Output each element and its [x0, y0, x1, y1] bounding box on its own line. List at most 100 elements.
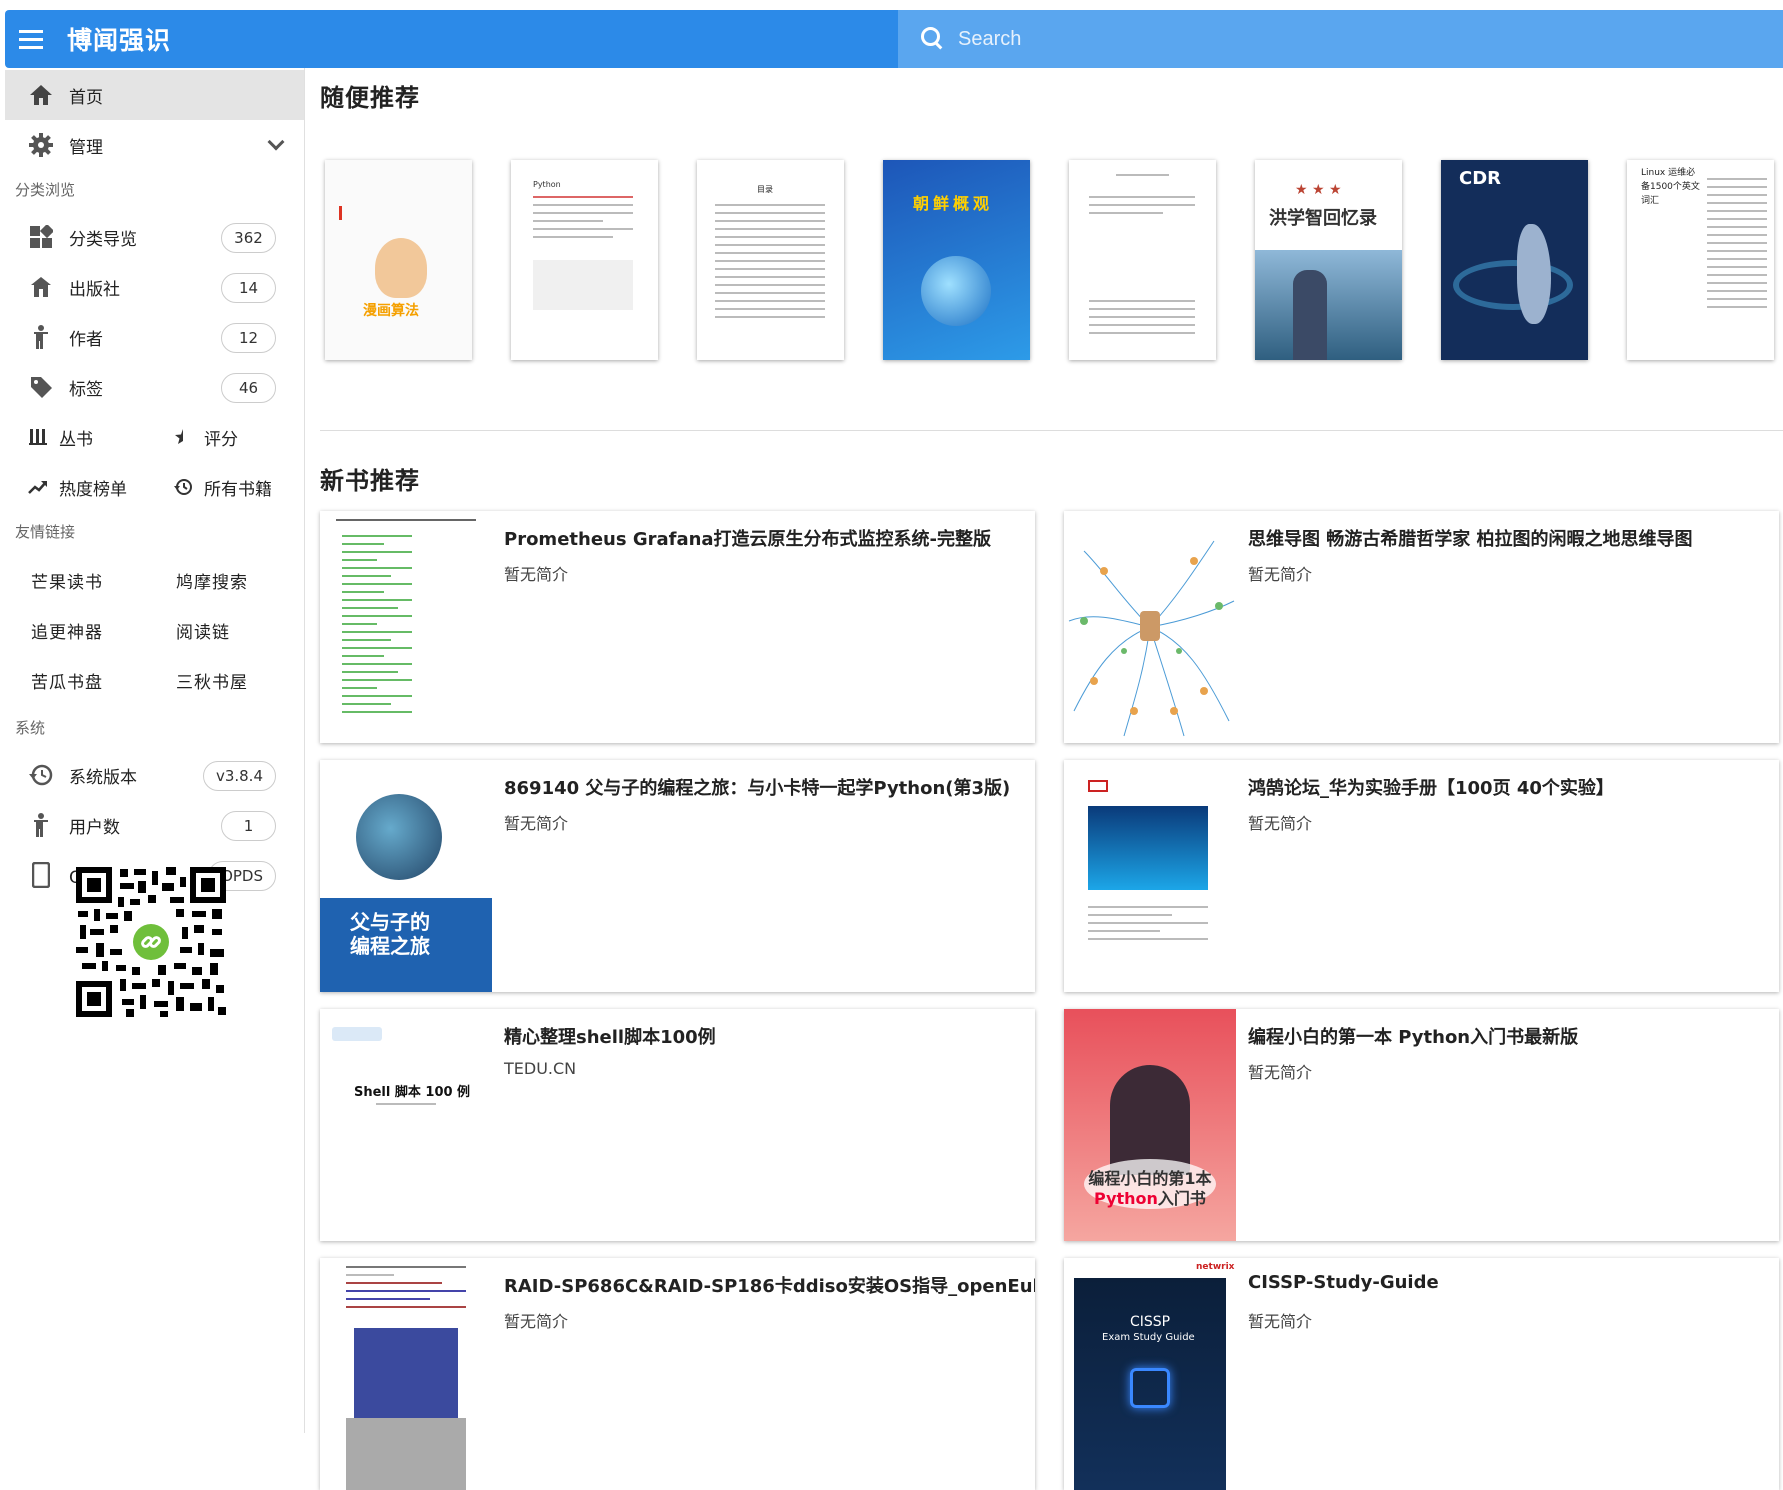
book-description: 暂无简介	[504, 814, 569, 833]
series-icon	[27, 423, 49, 451]
nav-manage-label: 管理	[69, 137, 103, 158]
nav-series[interactable]: 丛书	[5, 412, 150, 462]
book-cover[interactable]: Linux 运维必备1500个英文词汇	[1627, 160, 1774, 360]
book-thumbnail: 编程小白的第1本 Python入门书	[1064, 1009, 1236, 1241]
book-title: 精心整理shell脚本100例	[504, 1027, 716, 1048]
book-title: 编程小白的第一本 Python入门书最新版	[1248, 1027, 1579, 1048]
book-card[interactable]: 父与子的 编程之旅 869140 父与子的编程之旅：与小卡特一起学Python(第…	[320, 760, 1035, 992]
book-thumbnail: 父与子的 编程之旅	[320, 760, 492, 992]
nav-series-label: 丛书	[59, 429, 93, 450]
book-description: 暂无简介	[1248, 1063, 1313, 1082]
sidebar: 首页 管理 分类浏览 分类导览 362 出版社 14 作者 12 标签 46 丛…	[5, 68, 305, 1433]
nav-author[interactable]: 作者 12	[5, 312, 304, 362]
book-card[interactable]: RAID-SP686C&RAID-SP186卡ddiso安装OS指导_openE…	[320, 1258, 1035, 1490]
book-title: CISSP-Study-Guide	[1248, 1272, 1439, 1293]
link-item[interactable]: 追更神器	[31, 608, 176, 658]
search-input[interactable]	[958, 27, 1658, 51]
book-title: 思维导图 畅游古希腊哲学家 柏拉图的闲暇之地思维导图	[1248, 529, 1693, 550]
nav-hot[interactable]: 热度榜单	[5, 462, 150, 512]
random-section-title: 随便推荐	[320, 84, 420, 112]
nav-hot-label: 热度榜单	[59, 479, 127, 500]
chevron-down-icon	[267, 133, 285, 151]
version-badge: v3.8.4	[202, 761, 276, 791]
app-bar: 博闻强识	[5, 10, 1783, 68]
history-icon	[172, 473, 194, 501]
home-icon	[27, 81, 55, 109]
link-item[interactable]: 鸠摩搜索	[176, 558, 321, 608]
category-icon	[27, 223, 55, 251]
book-card[interactable]: 思维导图 畅游古希腊哲学家 柏拉图的闲暇之地思维导图 暂无简介	[1064, 511, 1779, 743]
app-title[interactable]: 博闻强识	[67, 21, 171, 57]
search-bar[interactable]	[898, 10, 1783, 68]
book-title: Prometheus Grafana打造云原生分布式监控系统-完整版	[504, 529, 992, 550]
nav-version[interactable]: 系统版本 v3.8.4	[5, 750, 304, 800]
gear-icon	[27, 131, 55, 159]
publisher-icon	[27, 273, 55, 301]
book-thumbnail	[1064, 760, 1236, 992]
nav-manage[interactable]: 管理	[5, 120, 304, 170]
section-system-title: 系统	[15, 719, 46, 737]
section-browse-title: 分类浏览	[15, 181, 76, 199]
nav-author-label: 作者	[69, 329, 103, 350]
nav-users[interactable]: 用户数 1	[5, 800, 304, 850]
search-icon	[920, 26, 946, 52]
section-divider	[320, 430, 1783, 431]
book-card[interactable]: 鸿鹄论坛_华为实验手册【100页 40个实验】 暂无简介	[1064, 760, 1779, 992]
nav-category-label: 分类导览	[69, 229, 137, 250]
book-thumbnail: netwrix CISSP Exam Study Guide	[1064, 1258, 1236, 1490]
link-item[interactable]: 苦瓜书盘	[31, 658, 176, 708]
book-card[interactable]: netwrix CISSP Exam Study Guide CISSP-Stu…	[1064, 1258, 1779, 1490]
book-description: 暂无简介	[1248, 1312, 1313, 1331]
trending-icon	[27, 473, 49, 501]
book-cover[interactable]	[1069, 160, 1216, 360]
link-item[interactable]: 阅读链	[176, 608, 321, 658]
author-icon	[27, 323, 55, 351]
star-half-icon	[172, 423, 194, 451]
book-description: 暂无简介	[1248, 565, 1313, 584]
book-cover[interactable]: CDR	[1441, 160, 1588, 360]
nav-tag[interactable]: 标签 46	[5, 362, 304, 412]
publisher-count-badge: 14	[221, 273, 276, 303]
tag-count-badge: 46	[221, 373, 276, 403]
book-cover[interactable]: Python	[511, 160, 658, 360]
nav-rating-label: 评分	[204, 429, 238, 450]
random-covers-row: 漫画算法 Python 目录 朝鲜概观 ★ ★ ★ 洪学智回忆录 CDR Lin…	[325, 160, 1783, 360]
author-count-badge: 12	[221, 323, 276, 353]
book-description: 暂无简介	[1248, 814, 1313, 833]
book-cover[interactable]: ★ ★ ★ 洪学智回忆录	[1255, 160, 1402, 360]
tag-icon	[27, 373, 55, 401]
book-description: 暂无简介	[504, 1312, 569, 1331]
book-title: 鸿鹄论坛_华为实验手册【100页 40个实验】	[1248, 778, 1614, 799]
nav-all-books-label: 所有书籍	[204, 479, 272, 500]
nav-publisher[interactable]: 出版社 14	[5, 262, 304, 312]
link-item[interactable]: 芒果读书	[31, 558, 176, 608]
book-cover[interactable]: 目录	[697, 160, 844, 360]
book-card[interactable]: Shell 脚本 100 例 精心整理shell脚本100例 TEDU.CN	[320, 1009, 1035, 1241]
menu-icon[interactable]	[5, 10, 57, 68]
link-item[interactable]: 三秋书屋	[176, 658, 321, 708]
nav-version-label: 系统版本	[69, 767, 137, 788]
book-title: RAID-SP686C&RAID-SP186卡ddiso安装OS指导_openE…	[504, 1276, 1035, 1297]
nav-rating[interactable]: 评分	[150, 412, 295, 462]
section-links-title: 友情链接	[15, 523, 76, 541]
nav-users-label: 用户数	[69, 817, 120, 838]
nav-tag-label: 标签	[69, 379, 103, 400]
new-section-title: 新书推荐	[320, 467, 420, 495]
book-description: TEDU.CN	[504, 1059, 577, 1078]
nav-all-books[interactable]: 所有书籍	[150, 462, 295, 512]
history-icon	[27, 761, 55, 789]
book-thumbnail: Shell 脚本 100 例	[320, 1009, 492, 1241]
nav-home-label: 首页	[69, 87, 103, 108]
category-count-badge: 362	[221, 223, 276, 253]
book-card[interactable]: 编程小白的第1本 Python入门书 编程小白的第一本 Python入门书最新版 …	[1064, 1009, 1779, 1241]
book-thumbnail	[320, 511, 492, 743]
user-icon	[27, 811, 55, 839]
nav-category[interactable]: 分类导览 362	[5, 212, 304, 262]
nav-home[interactable]: 首页	[5, 70, 304, 120]
users-count-badge: 1	[221, 811, 276, 841]
nav-publisher-label: 出版社	[69, 279, 120, 300]
book-cover[interactable]: 漫画算法	[325, 160, 472, 360]
book-card[interactable]: Prometheus Grafana打造云原生分布式监控系统-完整版 暂无简介	[320, 511, 1035, 743]
book-title: 869140 父与子的编程之旅：与小卡特一起学Python(第3版)	[504, 778, 1011, 799]
book-cover[interactable]: 朝鲜概观	[883, 160, 1030, 360]
